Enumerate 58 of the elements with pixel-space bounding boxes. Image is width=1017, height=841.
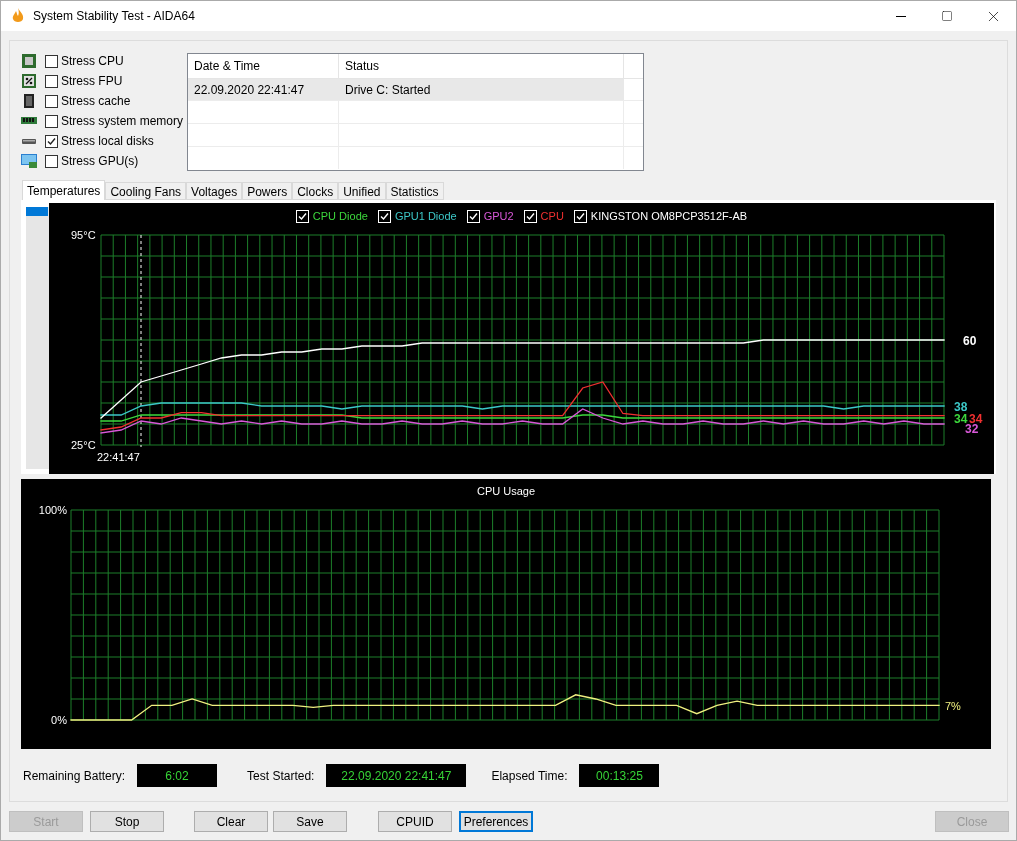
option-label: Stress system memory <box>61 113 183 130</box>
checkbox[interactable] <box>45 114 58 128</box>
info-value: 00:13:25 <box>579 764 660 787</box>
checkbox[interactable] <box>45 94 58 108</box>
legend-label: GPU1 Diode <box>394 208 457 224</box>
chart-title: CPU Usage <box>475 483 537 499</box>
maximize-icon <box>941 10 953 22</box>
time-label: 22:41:47 <box>97 451 140 463</box>
action-button[interactable]: CPUID <box>378 811 452 832</box>
checkbox[interactable] <box>45 54 58 68</box>
legend-label: CPU <box>540 208 564 224</box>
checkbox[interactable] <box>45 134 58 148</box>
monitor-icon <box>21 153 37 169</box>
legend-label: CPU Diode <box>312 208 368 224</box>
tab[interactable]: Statistics <box>385 182 444 200</box>
window-title: System Stability Test - AIDA64 <box>33 8 195 25</box>
checkbox[interactable] <box>45 154 58 168</box>
value-label: 38 <box>954 400 968 414</box>
tab[interactable]: Powers <box>242 182 293 200</box>
checkbox[interactable] <box>45 74 58 88</box>
action-button[interactable]: Preferences <box>459 811 533 832</box>
value-label: 7% <box>945 700 961 712</box>
value-label: 34 <box>954 412 968 426</box>
axis-label: 95°C <box>71 229 96 241</box>
flame-icon <box>11 8 25 24</box>
tab[interactable]: Unified <box>338 182 386 200</box>
option-label: Stress local disks <box>61 133 154 150</box>
legend-label: KINGSTON OM8PCP3512F-AB <box>590 208 748 224</box>
option-label: Stress CPU <box>61 53 124 70</box>
percent-chip-icon <box>21 73 37 89</box>
table-cell-text: 22.09.2020 22:41:47 <box>193 81 306 99</box>
action-button[interactable]: Save <box>273 811 347 832</box>
tab[interactable]: Voltages <box>186 182 243 200</box>
log-row[interactable]: 22.09.2020 22:41:47 Drive C: Started <box>188 79 624 100</box>
memory-chip-icon <box>21 93 37 109</box>
tab[interactable]: Clocks <box>292 182 339 200</box>
option-label: Stress cache <box>61 93 131 110</box>
tab[interactable]: Cooling Fans <box>105 182 187 200</box>
legend-label: GPU2 <box>483 208 514 224</box>
option-label: Stress GPU(s) <box>61 153 139 170</box>
info-value: 6:02 <box>137 764 218 787</box>
minimize-icon <box>896 15 906 17</box>
action-button[interactable]: Clear <box>194 811 268 832</box>
value-label: 60 <box>963 334 977 348</box>
info-label: Elapsed Time: <box>491 767 568 785</box>
action-button[interactable]: Stop <box>90 811 164 832</box>
column-header[interactable]: Status <box>339 54 624 78</box>
axis-label: 100% <box>38 504 67 516</box>
info-label: Test Started: <box>247 767 315 785</box>
tab[interactable]: Temperatures <box>22 180 106 200</box>
info-value: 22.09.2020 22:41:47 <box>326 764 467 787</box>
axis-label: 25°C <box>71 439 96 451</box>
column-header[interactable]: Date & Time <box>188 54 339 78</box>
axis-label: 0% <box>51 714 67 726</box>
info-label: Remaining Battery: <box>23 767 126 785</box>
option-label: Stress FPU <box>61 73 123 90</box>
table-cell-text: Drive C: Started <box>344 81 432 99</box>
chip-icon <box>21 53 37 69</box>
